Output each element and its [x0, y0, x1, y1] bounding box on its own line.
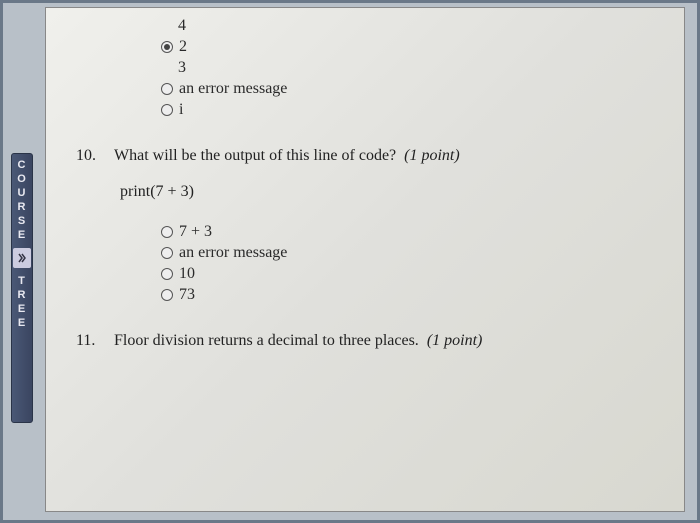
radio-icon[interactable]: [161, 289, 173, 301]
option-row[interactable]: an error message: [161, 244, 654, 262]
option-label: 7 + 3: [179, 223, 212, 241]
radio-icon[interactable]: [161, 268, 173, 280]
sidebar-label-course: C O U R S E: [17, 158, 27, 242]
radio-icon[interactable]: [161, 41, 173, 53]
option-row[interactable]: i: [161, 101, 654, 119]
option-label: an error message: [179, 244, 287, 262]
question-prompt: What will be the output of this line of …: [114, 147, 396, 164]
option-label: i: [179, 101, 183, 119]
radio-icon[interactable]: [161, 104, 173, 116]
question-text: Floor division returns a decimal to thre…: [114, 332, 482, 350]
code-snippet: print(7 + 3): [120, 183, 654, 201]
option-label: 73: [179, 286, 195, 304]
option-label: an error message: [179, 80, 287, 98]
question-points: (1 point): [404, 147, 460, 164]
radio-icon[interactable]: [161, 226, 173, 238]
option-pretext-label: 3: [178, 59, 186, 77]
question-prompt: Floor division returns a decimal to thre…: [114, 332, 419, 349]
option-label: 10: [179, 265, 195, 283]
question-text: What will be the output of this line of …: [114, 147, 460, 165]
option-label: 2: [179, 38, 187, 56]
course-tree-sidebar[interactable]: C O U R S E T R E E: [11, 153, 33, 423]
question-line: 11. Floor division returns a decimal to …: [76, 332, 654, 350]
question-number: 11.: [76, 332, 104, 350]
option-row[interactable]: 7 + 3: [161, 223, 654, 241]
radio-icon[interactable]: [161, 247, 173, 259]
option-row[interactable]: 10: [161, 265, 654, 283]
question-11-block: 11. Floor division returns a decimal to …: [76, 332, 654, 350]
sidebar-collapse-icon[interactable]: [13, 248, 31, 268]
question-10-options: 7 + 3 an error message 10 73: [76, 223, 654, 304]
quiz-content: 4 2 3 an error message i 10. What: [45, 7, 685, 512]
question-number: 10.: [76, 147, 104, 165]
option-pretext: 4: [178, 17, 654, 35]
partial-question-block: 4 2 3 an error message i: [76, 17, 654, 119]
app-frame: C O U R S E T R E E 4 2 3: [0, 0, 700, 523]
option-row[interactable]: 73: [161, 286, 654, 304]
sidebar-label-tree: T R E E: [18, 274, 27, 330]
option-pretext: 3: [178, 59, 654, 77]
question-line: 10. What will be the output of this line…: [76, 147, 654, 165]
option-row[interactable]: an error message: [161, 80, 654, 98]
radio-icon[interactable]: [161, 83, 173, 95]
question-points: (1 point): [427, 332, 483, 349]
question-10-block: 10. What will be the output of this line…: [76, 147, 654, 304]
option-pretext-label: 4: [178, 17, 186, 35]
option-row[interactable]: 2: [161, 38, 654, 56]
